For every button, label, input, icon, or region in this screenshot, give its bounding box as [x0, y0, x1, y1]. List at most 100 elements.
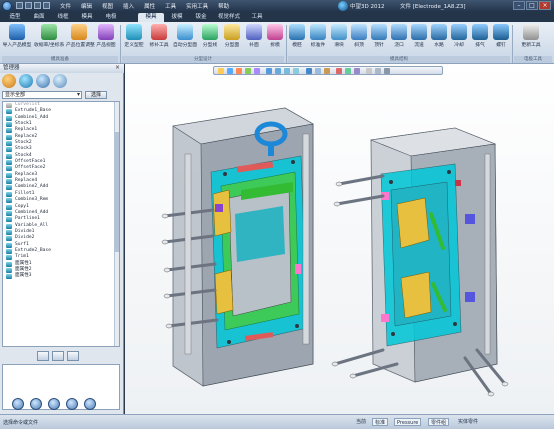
tree-item-label: Fillet1 [15, 190, 35, 196]
status-solid-part: 实体零件 [458, 419, 479, 425]
standard-part-button[interactable]: 标准件 [308, 24, 328, 48]
product-view-icon [98, 24, 114, 40]
mold-base-button[interactable]: 模胚 [288, 24, 306, 48]
tab-visual-style[interactable]: 视觉样式 [214, 13, 244, 22]
cooling-button[interactable]: 冷却 [450, 24, 468, 48]
menu-attribute[interactable]: 属性 [144, 2, 155, 10]
status-standard[interactable]: 标准 [372, 418, 389, 426]
parting-line-button[interactable]: 分型线 [200, 24, 220, 48]
feature-icon [6, 229, 12, 235]
patch-icon [151, 24, 167, 40]
tree-down-button[interactable] [67, 351, 79, 361]
adjust-position-button[interactable]: 产品位置调整 [66, 24, 95, 48]
ribbon-separator-2 [286, 25, 287, 63]
menu-tools[interactable]: 工具 [165, 2, 176, 10]
tab-electrode[interactable]: 电极 [100, 13, 122, 22]
tab-wireframe[interactable]: 线框 [52, 13, 74, 22]
save-icon[interactable] [34, 2, 41, 9]
product-view-button[interactable]: 产品视图 [94, 24, 118, 48]
lifter-button[interactable]: 斜顶 [350, 24, 368, 48]
lifter-icon [351, 24, 367, 40]
menu-insert[interactable]: 插入 [123, 2, 134, 10]
3d-viewport[interactable] [125, 64, 554, 414]
quick-icon-4[interactable] [66, 398, 78, 410]
vent-icon [472, 24, 488, 40]
tree-item-label: Combine1_Add [15, 114, 49, 120]
history-tree: Curvelist Extrude1_Base Combine1_Add Stock1… [2, 101, 120, 347]
quick-icon-5[interactable] [84, 398, 96, 410]
feature-icon [6, 153, 12, 159]
tab-mold-active[interactable]: 模具 [138, 13, 164, 22]
quick-icon-2[interactable] [30, 398, 42, 410]
tab-draft[interactable]: 拔模 [166, 13, 188, 22]
tree-scrollbar[interactable] [114, 102, 119, 346]
app-menu-button[interactable] [2, 1, 12, 11]
slider-button[interactable]: 滑块 [330, 24, 348, 48]
panel-title: 管理器 [0, 64, 124, 73]
waterline-icon [431, 24, 447, 40]
standard-part-icon [310, 24, 326, 40]
tree-mid-button[interactable] [52, 351, 64, 361]
menu-utilities[interactable]: 实用工具 [186, 2, 208, 10]
tree-item-label: Curvelist [15, 102, 40, 107]
tree-item-label: Combine4_Add [15, 209, 49, 215]
menu-view[interactable]: 视图 [102, 2, 113, 10]
update-tool-button[interactable]: 更新工具 [516, 24, 546, 48]
feature-icon [6, 172, 12, 178]
split-mold-button[interactable]: 拆模 [266, 24, 284, 48]
gate-button[interactable]: 浇口 [390, 24, 408, 48]
menu-file[interactable]: 文件 [60, 2, 71, 10]
tree-item[interactable]: 面属性3 [3, 273, 119, 280]
quick-icon-3[interactable] [48, 398, 60, 410]
close-button[interactable]: × [539, 1, 551, 10]
display-filter-select[interactable]: 显示全部 [2, 91, 82, 99]
new-file-icon[interactable] [16, 2, 23, 9]
open-file-icon[interactable] [25, 2, 32, 9]
menu-help[interactable]: 帮助 [218, 2, 229, 10]
quick-icon-1[interactable] [12, 398, 24, 410]
status-pressure[interactable]: Pressure [394, 418, 422, 426]
group-structure: 模具结构 [288, 56, 510, 63]
view-icon[interactable] [53, 74, 67, 88]
tree-up-button[interactable] [37, 351, 49, 361]
define-cavity-button[interactable]: 定义型腔 [122, 24, 146, 48]
status-part-group[interactable]: 零件组 [428, 418, 450, 426]
minimize-button[interactable]: – [513, 1, 525, 10]
select-button[interactable]: 选择 [85, 91, 107, 99]
mold-model[interactable] [125, 64, 554, 414]
layer-icon[interactable] [36, 74, 50, 88]
tree-item-label: OffsetFace1 [15, 159, 46, 165]
auto-parting-button[interactable]: 自动分型面 [172, 24, 198, 48]
assembly-icon[interactable] [19, 74, 33, 88]
tab-mold[interactable]: 模具 [76, 13, 98, 22]
runner-button[interactable]: 流道 [410, 24, 428, 48]
tree-item-label: Replace3 [15, 171, 38, 177]
shrink-button[interactable]: 收缩率/坐标系 [34, 24, 64, 48]
tab-surface[interactable]: 曲面 [28, 13, 50, 22]
menu-edit[interactable]: 编辑 [81, 2, 92, 10]
waterline-button[interactable]: 水路 [430, 24, 448, 48]
panel-close-button[interactable]: × [114, 65, 121, 72]
group-parting: 分型设计 [122, 56, 284, 63]
parting-surface-button[interactable]: 分型面 [222, 24, 242, 48]
screw-button[interactable]: 螺钉 [492, 24, 510, 48]
undo-icon[interactable] [43, 2, 50, 9]
parting-line-icon [202, 24, 218, 40]
tab-tools[interactable]: 工具 [246, 13, 268, 22]
feature-icon [6, 128, 12, 134]
tree-item-label: Replace1 [15, 127, 38, 133]
patch-tool-button[interactable]: 修补工具 [148, 24, 170, 48]
history-icon[interactable] [2, 74, 16, 88]
status-message: 选择命令或文件 [3, 420, 39, 426]
tab-sheetmetal[interactable]: 钣金 [190, 13, 212, 22]
ejector-button[interactable]: 顶针 [370, 24, 388, 48]
maximize-button[interactable]: □ [526, 1, 538, 10]
import-model-button[interactable]: 导入产品模型 [2, 24, 32, 48]
tree-scroll-thumb[interactable] [115, 132, 119, 252]
vent-button[interactable]: 排气 [470, 24, 490, 48]
tab-modeling[interactable]: 造型 [4, 13, 26, 22]
feature-icon [6, 115, 12, 121]
tree-item-label: Trim1 [15, 254, 29, 260]
tree-item-label: Stock2 [15, 140, 32, 146]
fill-face-button[interactable]: 补面 [244, 24, 264, 48]
